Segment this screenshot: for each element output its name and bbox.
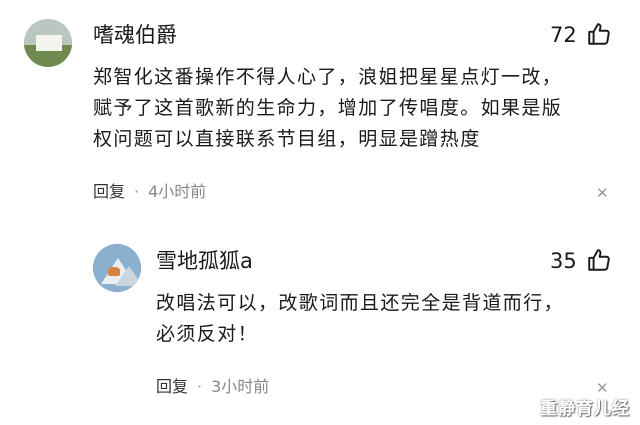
meta-separator: · <box>134 182 140 201</box>
avatar[interactable] <box>24 19 72 67</box>
comment-text: 改唱法可以，改歌词而且还完全是背道而行， 必须反对！ <box>156 288 626 350</box>
timestamp: 4小时前 <box>148 182 207 201</box>
comment-line: 必须反对！ <box>156 323 259 345</box>
meta-separator: · <box>197 377 203 396</box>
avatar[interactable] <box>93 244 141 292</box>
reply-button[interactable]: 回复 <box>156 377 188 396</box>
comment-username[interactable]: 嗜魂伯爵 <box>93 22 177 48</box>
comment-line: 改唱法可以，改歌词而且还完全是背道而行， <box>156 292 565 314</box>
comment-line: 赋予了这首歌新的生命力，增加了传唱度。如果是版 <box>93 97 563 119</box>
comment-line: 郑智化这番操作不得人心了，浪姐把星星点灯一改， <box>93 66 563 88</box>
thumbs-up-icon <box>588 249 610 271</box>
watermark: 重静育儿经 <box>540 399 630 419</box>
timestamp: 3小时前 <box>211 377 270 396</box>
comment-line: 权问题可以直接联系节目组，明显是蹭热度 <box>93 128 481 150</box>
like-button[interactable] <box>586 247 612 273</box>
reply-button[interactable]: 回复 <box>93 182 125 201</box>
close-icon[interactable]: ✕ <box>596 184 609 202</box>
comment-meta: 回复 · 4小时前 <box>93 182 206 202</box>
comment-text: 郑智化这番操作不得人心了，浪姐把星星点灯一改， 赋予了这首歌新的生命力，增加了传… <box>93 62 623 155</box>
comment-meta: 回复 · 3小时前 <box>156 377 269 397</box>
thumbs-up-icon <box>588 23 610 45</box>
like-button[interactable] <box>586 21 612 47</box>
comment-username[interactable]: 雪地孤狐a <box>156 248 253 274</box>
like-count: 72 <box>550 23 577 47</box>
like-count: 35 <box>550 249 577 273</box>
